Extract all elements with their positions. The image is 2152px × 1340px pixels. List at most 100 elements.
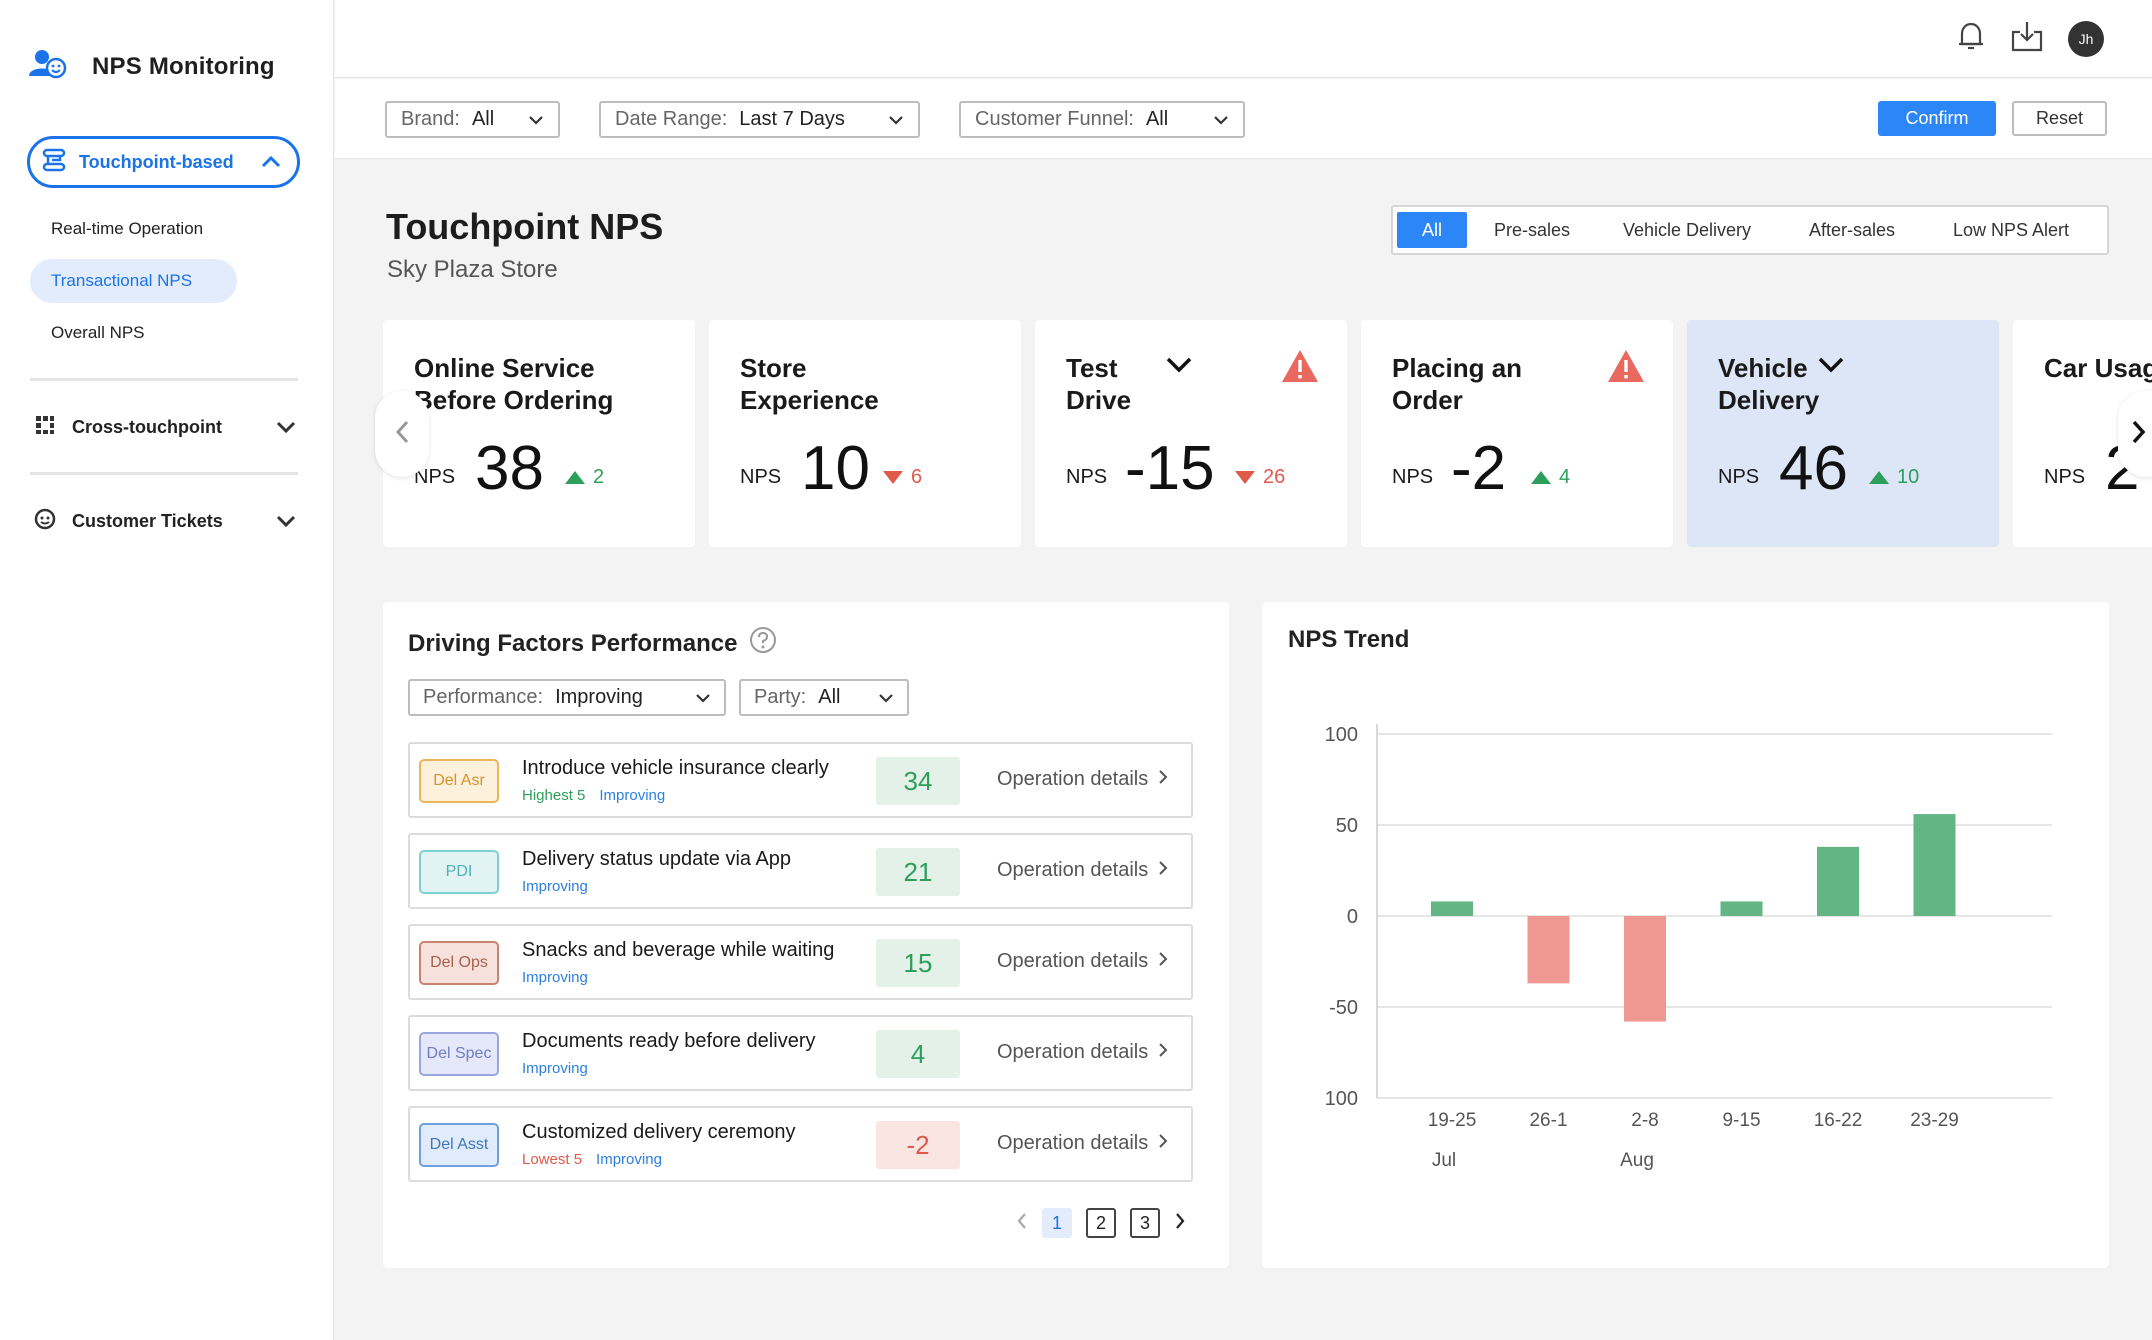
factor-title: Introduce vehicle insurance clearly — [522, 757, 829, 779]
factor-row[interactable]: Del Spec Documents ready before delivery I… — [408, 1015, 1193, 1091]
chevron-down-icon — [528, 108, 544, 131]
kpi-card-name: Store Experience — [740, 353, 879, 415]
kpi-card-store-experience[interactable]: Store Experience NPS 10 6 — [709, 320, 1021, 547]
month-label: Jul — [1432, 1150, 1456, 1171]
factor-row[interactable]: PDI Delivery status update via App Improvi… — [408, 833, 1193, 909]
segment-all[interactable]: All — [1397, 212, 1467, 248]
bar — [1913, 814, 1956, 916]
performance-value: Improving — [555, 686, 643, 708]
factor-title: Snacks and beverage while waiting — [522, 939, 835, 961]
operation-details-link[interactable]: Operation details — [997, 1041, 1168, 1064]
performance-select[interactable]: Performance: Improving — [408, 679, 726, 716]
brand-select-value: All — [471, 108, 495, 130]
sidebar-item-real-time-operation[interactable]: Real-time Operation — [30, 207, 237, 251]
avatar[interactable]: Jh — [2068, 20, 2104, 57]
factor-score: 15 — [876, 939, 960, 987]
factor-row[interactable]: Del Asr Introduce vehicle insurance clear… — [408, 742, 1193, 818]
factor-status: Improving — [522, 1060, 588, 1077]
segment-after-sales[interactable]: After-sales — [1777, 212, 1927, 248]
brand[interactable]: NPS Monitoring — [28, 48, 275, 85]
page-button-3[interactable]: 3 — [1130, 1208, 1160, 1238]
factor-row[interactable]: Del Ops Snacks and beverage while waiting… — [408, 924, 1193, 1000]
operation-details-label: Operation details — [997, 950, 1149, 972]
party-select[interactable]: Party: All — [739, 679, 909, 716]
operation-details-link[interactable]: Operation details — [997, 1132, 1168, 1155]
x-tick-label: 16-22 — [1814, 1110, 1863, 1131]
nps-value: 38 — [475, 434, 544, 503]
factor-row[interactable]: Del Asst Customized delivery ceremony Lowe… — [408, 1106, 1193, 1182]
factor-rank: Lowest 5 — [522, 1151, 583, 1168]
kpi-card-vehicle-delivery[interactable]: Vehicle Delivery NPS 46 10 — [1687, 320, 1999, 547]
menu-label: Touchpoint-based — [79, 151, 234, 172]
factor-tag: Del Spec — [419, 1032, 499, 1076]
factor-meta: Improving — [522, 878, 588, 895]
operation-details-link[interactable]: Operation details — [997, 859, 1168, 882]
chevron-right-icon — [2131, 419, 2147, 450]
x-tick-label: 26-1 — [1529, 1110, 1567, 1131]
customer-funnel-select[interactable]: Customer Funnel: All — [959, 101, 1245, 138]
operation-details-link[interactable]: Operation details — [997, 768, 1168, 791]
chevron-left-icon — [394, 419, 410, 450]
users-icon — [28, 48, 70, 85]
y-tick-label: 100 — [1325, 1088, 1358, 1110]
funnel-value: All — [1145, 108, 1169, 130]
chevron-down-icon — [276, 417, 296, 438]
kpi-card-online-service[interactable]: Online Service Before Ordering NPS 38 2 — [383, 320, 695, 547]
date-range-select[interactable]: Date Range: Last 7 Days — [599, 101, 920, 138]
chevron-left-icon[interactable] — [1016, 1212, 1028, 1235]
chevron-down-icon — [276, 511, 296, 532]
sidebar-item-transactional-nps[interactable]: Transactional NPS — [30, 259, 237, 303]
factor-tag: Del Asst — [419, 1123, 499, 1167]
y-tick-label: 100 — [1325, 724, 1358, 746]
chevron-right-icon — [1158, 950, 1168, 973]
sidebar-group-cross-touchpoint[interactable]: Cross-touchpoint — [34, 414, 296, 441]
kpi-card-name: Vehicle Delivery — [1718, 353, 1820, 415]
download-icon[interactable] — [2010, 20, 2044, 57]
page-button-1[interactable]: 1 — [1042, 1208, 1072, 1238]
factor-score: 34 — [876, 757, 960, 805]
chevron-down-icon[interactable] — [1165, 356, 1193, 379]
help-icon[interactable] — [749, 626, 777, 661]
segment-pre-sales[interactable]: Pre-sales — [1467, 212, 1597, 248]
segment-low-nps-alert[interactable]: Low NPS Alert — [1927, 212, 2095, 248]
party-value: All — [818, 686, 841, 708]
nps-label: NPS — [1066, 466, 1108, 488]
operation-details-label: Operation details — [997, 1041, 1149, 1063]
kpi-card-name: Test Drive — [1066, 353, 1132, 415]
bell-icon[interactable] — [1956, 20, 1986, 57]
carousel-prev-button[interactable] — [375, 391, 429, 477]
factor-meta: Improving — [522, 1060, 588, 1077]
nps-delta: 10 — [1869, 466, 1919, 489]
nps-delta: 4 — [1531, 466, 1570, 489]
menu-touchpoint-based[interactable]: Touchpoint-based — [27, 136, 300, 188]
factor-tag: Del Asr — [419, 759, 499, 803]
kpi-card-test-drive[interactable]: Test Drive NPS -15 26 — [1035, 320, 1347, 547]
factor-meta: Lowest 5 Improving — [522, 1151, 662, 1168]
arrow-up-icon — [1531, 471, 1551, 484]
confirm-button[interactable]: Confirm — [1878, 101, 1996, 136]
operation-details-link[interactable]: Operation details — [997, 950, 1168, 973]
segment-vehicle-delivery[interactable]: Vehicle Delivery — [1597, 212, 1777, 248]
group-label: Cross-touchpoint — [72, 417, 222, 437]
bar — [1624, 916, 1666, 1022]
brand-select[interactable]: Brand: All — [385, 101, 560, 138]
warning-icon — [1606, 348, 1646, 389]
carousel-next-button[interactable] — [2118, 391, 2152, 477]
chevron-down-icon[interactable] — [1817, 356, 1845, 379]
factor-status: Improving — [596, 1151, 662, 1168]
factor-status: Improving — [522, 878, 588, 895]
sidebar-group-customer-tickets[interactable]: Customer Tickets — [34, 508, 296, 535]
nps-delta: 6 — [883, 466, 922, 489]
reset-button[interactable]: Reset — [2012, 101, 2107, 136]
chevron-right-icon[interactable] — [1174, 1212, 1186, 1235]
sidebar-item-overall-nps[interactable]: Overall NPS — [30, 311, 237, 355]
group-label: Customer Tickets — [72, 511, 223, 531]
factor-title: Customized delivery ceremony — [522, 1121, 796, 1143]
page-button-2[interactable]: 2 — [1086, 1208, 1116, 1238]
kpi-card-placing-order[interactable]: Placing an Order NPS -2 4 — [1361, 320, 1673, 547]
driving-factors-filters: Performance: Improving Party: All — [408, 679, 1008, 717]
chevron-right-icon — [1158, 1041, 1168, 1064]
date-range-value: Last 7 Days — [739, 108, 845, 130]
pagination: 1 2 3 — [1016, 1208, 1186, 1238]
kpi-card-carousel: Online Service Before Ordering NPS 38 2 S… — [383, 320, 2152, 547]
